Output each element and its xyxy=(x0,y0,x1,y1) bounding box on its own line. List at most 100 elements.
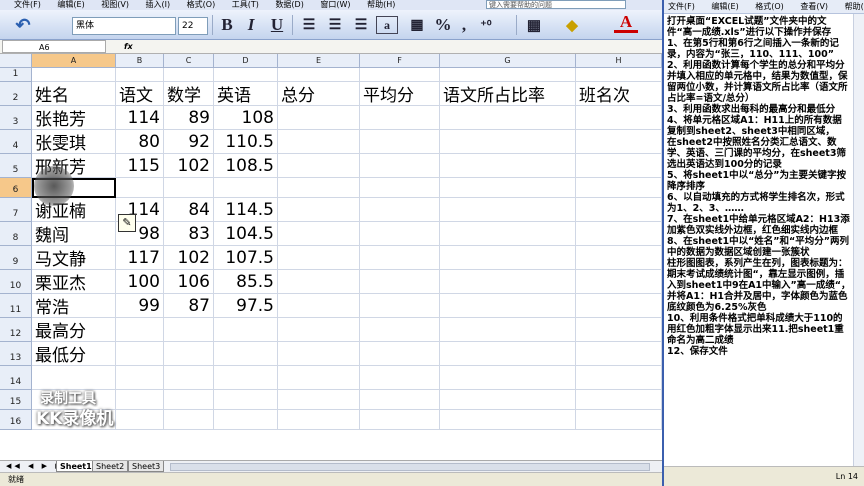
cell-g14[interactable] xyxy=(440,366,576,390)
cell-e15[interactable] xyxy=(278,390,360,410)
cell-f10[interactable] xyxy=(360,270,440,294)
cell-f16[interactable] xyxy=(360,410,440,430)
cell-b13[interactable] xyxy=(116,342,164,366)
cell-g1[interactable] xyxy=(440,68,576,82)
vertical-scrollbar[interactable] xyxy=(853,14,864,466)
cell-a14[interactable] xyxy=(32,366,116,390)
cell-h7[interactable] xyxy=(576,198,662,222)
menu-insert[interactable]: 插入(I) xyxy=(146,0,171,9)
column-header-e[interactable]: E xyxy=(278,54,360,68)
row-header-4[interactable]: 4 xyxy=(0,130,32,154)
np-menu-format[interactable]: 格式(O) xyxy=(755,2,784,11)
cell-a9[interactable]: 马文静 xyxy=(32,246,116,270)
cell-b4[interactable]: 80 xyxy=(116,130,164,154)
name-box[interactable]: A6 xyxy=(2,40,106,53)
cell-f13[interactable] xyxy=(360,342,440,366)
cell-a3[interactable]: 张艳芳 xyxy=(32,106,116,130)
cell-b11[interactable]: 99 xyxy=(116,294,164,318)
cell-e5[interactable] xyxy=(278,154,360,178)
cell-g5[interactable] xyxy=(440,154,576,178)
cell-d9[interactable]: 107.5 xyxy=(214,246,278,270)
cell-f9[interactable] xyxy=(360,246,440,270)
row-header-14[interactable]: 14 xyxy=(0,366,32,390)
row-header-3[interactable]: 3 xyxy=(0,106,32,130)
cell-a10[interactable]: 栗亚杰 xyxy=(32,270,116,294)
comma-button[interactable]: , xyxy=(456,13,472,37)
row-header-8[interactable]: 8 xyxy=(0,222,32,246)
cell-e4[interactable] xyxy=(278,130,360,154)
cell-e12[interactable] xyxy=(278,318,360,342)
row-header-13[interactable]: 13 xyxy=(0,342,32,366)
spreadsheet-grid[interactable]: A B C D E F G H 1 2 姓名 语文 数学 英语 总分 平均分 语文所占比率 班名次 3 张艳芳 114 8… xyxy=(0,54,662,460)
menu-format[interactable]: 格式(O) xyxy=(187,0,216,9)
help-search-input[interactable]: 键入需要帮助的问题 xyxy=(486,0,626,9)
cell-h4[interactable] xyxy=(576,130,662,154)
cell-f2[interactable]: 平均分 xyxy=(360,82,440,106)
cell-a1[interactable] xyxy=(32,68,116,82)
cell-g15[interactable] xyxy=(440,390,576,410)
cell-g3[interactable] xyxy=(440,106,576,130)
cell-h13[interactable] xyxy=(576,342,662,366)
cell-g9[interactable] xyxy=(440,246,576,270)
cell-c16[interactable] xyxy=(164,410,214,430)
cell-h15[interactable] xyxy=(576,390,662,410)
cell-a11[interactable]: 常浩 xyxy=(32,294,116,318)
fill-color-icon[interactable]: ◆ xyxy=(560,13,584,37)
cell-c13[interactable] xyxy=(164,342,214,366)
cell-b1[interactable] xyxy=(116,68,164,82)
undo-icon[interactable]: ↶ xyxy=(6,13,40,37)
cell-h3[interactable] xyxy=(576,106,662,130)
cell-d5[interactable]: 108.5 xyxy=(214,154,278,178)
cell-e1[interactable] xyxy=(278,68,360,82)
row-header-6[interactable]: 6 xyxy=(0,178,32,198)
cell-c5[interactable]: 102 xyxy=(164,154,214,178)
cell-g2[interactable]: 语文所占比率 xyxy=(440,82,576,106)
cell-c8[interactable]: 83 xyxy=(164,222,214,246)
bold-button[interactable]: B xyxy=(216,13,238,37)
column-header-f[interactable]: F xyxy=(360,54,440,68)
cell-f15[interactable] xyxy=(360,390,440,410)
cell-d16[interactable] xyxy=(214,410,278,430)
menu-file[interactable]: 文件(F) xyxy=(14,0,41,9)
cell-e2[interactable]: 总分 xyxy=(278,82,360,106)
cell-c2[interactable]: 数学 xyxy=(164,82,214,106)
currency-icon[interactable]: ▦ xyxy=(406,13,428,37)
cell-g7[interactable] xyxy=(440,198,576,222)
np-menu-help[interactable]: 帮助(H) xyxy=(845,2,864,11)
cell-g10[interactable] xyxy=(440,270,576,294)
row-header-1[interactable]: 1 xyxy=(0,68,32,82)
column-header-g[interactable]: G xyxy=(440,54,576,68)
cell-b3[interactable]: 114 xyxy=(116,106,164,130)
cell-c3[interactable]: 89 xyxy=(164,106,214,130)
cell-g8[interactable] xyxy=(440,222,576,246)
cell-g12[interactable] xyxy=(440,318,576,342)
cell-f11[interactable] xyxy=(360,294,440,318)
horizontal-scrollbar[interactable] xyxy=(170,463,650,471)
cell-c12[interactable] xyxy=(164,318,214,342)
cell-a2[interactable]: 姓名 xyxy=(32,82,116,106)
cell-a8[interactable]: 魏闯 xyxy=(32,222,116,246)
cell-h10[interactable] xyxy=(576,270,662,294)
cell-h12[interactable] xyxy=(576,318,662,342)
menu-window[interactable]: 窗口(W) xyxy=(320,0,350,9)
percent-button[interactable]: % xyxy=(432,13,454,37)
column-header-h[interactable]: H xyxy=(576,54,662,68)
column-header-a[interactable]: A xyxy=(32,54,116,68)
cell-d1[interactable] xyxy=(214,68,278,82)
cell-f1[interactable] xyxy=(360,68,440,82)
notepad-text-area[interactable]: 打开桌面“EXCEL试题”文件夹中的文件“高一成绩.xls”进行以下操作并保存 … xyxy=(667,16,851,357)
cell-a13[interactable]: 最低分 xyxy=(32,342,116,366)
italic-button[interactable]: I xyxy=(240,13,262,37)
sheet-tab-1[interactable]: Sheet1 xyxy=(56,461,96,472)
cell-d7[interactable]: 114.5 xyxy=(214,198,278,222)
cell-b10[interactable]: 100 xyxy=(116,270,164,294)
row-header-10[interactable]: 10 xyxy=(0,270,32,294)
align-center-icon[interactable]: ☰ xyxy=(324,13,346,37)
cell-b6[interactable] xyxy=(116,178,164,198)
cell-g6[interactable] xyxy=(440,178,576,198)
cell-g13[interactable] xyxy=(440,342,576,366)
cell-f3[interactable] xyxy=(360,106,440,130)
cell-d14[interactable] xyxy=(214,366,278,390)
cell-g16[interactable] xyxy=(440,410,576,430)
cell-h2[interactable]: 班名次 xyxy=(576,82,662,106)
